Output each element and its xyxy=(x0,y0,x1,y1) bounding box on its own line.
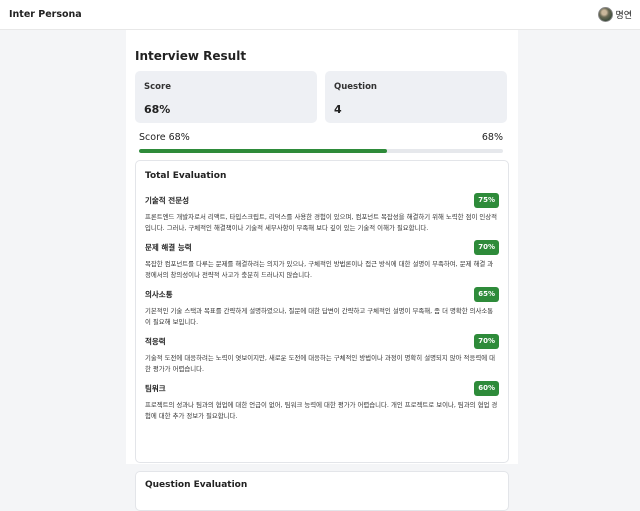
page-title: Interview Result xyxy=(135,49,247,63)
progress-label: Score 68% xyxy=(139,132,190,143)
eval-item: 문제 해결 능력 70% 복잡한 컴포넌트를 다루는 문제를 해결하려는 의지가… xyxy=(145,239,499,281)
app-title[interactable]: Inter Persona xyxy=(9,9,82,20)
score-value: 68% xyxy=(144,103,171,116)
top-navbar: Inter Persona 명연 xyxy=(0,0,640,30)
user-name[interactable]: 명연 xyxy=(615,8,632,21)
progress-fill xyxy=(139,149,387,153)
eval-item-name: 문제 해결 능력 xyxy=(145,242,192,252)
eval-item-desc: 프론트엔드 개발자로서 리액트, 타입스크립트, 리덕스를 사용한 경험이 있으… xyxy=(145,213,498,232)
question-label: Question xyxy=(334,82,377,92)
eval-item-name: 기술적 전문성 xyxy=(145,195,190,205)
question-evaluation-card: Question Evaluation xyxy=(135,471,509,511)
score-label: Score xyxy=(144,82,171,92)
eval-item-name: 팀워크 xyxy=(145,383,166,393)
score-badge: 70% xyxy=(474,239,499,255)
eval-item-desc: 기본적인 기술 스택과 목표를 간략하게 설명하였으나, 질문에 대한 답변이 … xyxy=(145,307,494,326)
score-card: Score 68% xyxy=(135,71,317,123)
eval-item-desc: 기술적 도전에 대응하려는 노력이 엿보이지만, 새로운 도전에 대응하는 구체… xyxy=(145,354,495,373)
eval-item-desc: 프로젝트의 성과나 팀과의 협업에 대한 언급이 없어, 팀워크 능력에 대한 … xyxy=(145,401,498,420)
eval-item: 기술적 전문성 75% 프론트엔드 개발자로서 리액트, 타입스크립트, 리덕스… xyxy=(145,192,499,234)
eval-item: 적응력 70% 기술적 도전에 대응하려는 노력이 엿보이지만, 새로운 도전에… xyxy=(145,333,499,375)
result-page: Interview Result Score 68% Question 4 Sc… xyxy=(126,30,518,511)
progress-bar xyxy=(139,149,503,153)
eval-item-desc: 복잡한 컴포넌트를 다루는 문제를 해결하려는 의지가 있으나, 구체적인 방법… xyxy=(145,260,494,279)
eval-item-name: 적응력 xyxy=(145,336,166,346)
total-evaluation-title: Total Evaluation xyxy=(145,171,227,181)
question-evaluation-title: Question Evaluation xyxy=(145,480,248,490)
score-badge: 65% xyxy=(474,286,499,302)
question-value: 4 xyxy=(334,103,342,116)
question-card: Question 4 xyxy=(325,71,507,123)
score-badge: 75% xyxy=(474,192,499,208)
user-menu[interactable]: 명연 xyxy=(598,7,632,22)
eval-item: 의사소통 65% 기본적인 기술 스택과 목표를 간략하게 설명하였으나, 질문… xyxy=(145,286,499,328)
total-evaluation-card: Total Evaluation 기술적 전문성 75% 프론트엔드 개발자로서… xyxy=(135,160,509,463)
progress-labels: Score 68% 68% xyxy=(139,132,503,143)
progress-value: 68% xyxy=(481,132,503,143)
score-badge: 60% xyxy=(474,380,499,396)
score-badge: 70% xyxy=(474,333,499,349)
eval-item-name: 의사소통 xyxy=(145,289,173,299)
eval-item: 팀워크 60% 프로젝트의 성과나 팀과의 협업에 대한 언급이 없어, 팀워크… xyxy=(145,380,499,422)
avatar[interactable] xyxy=(598,7,614,22)
